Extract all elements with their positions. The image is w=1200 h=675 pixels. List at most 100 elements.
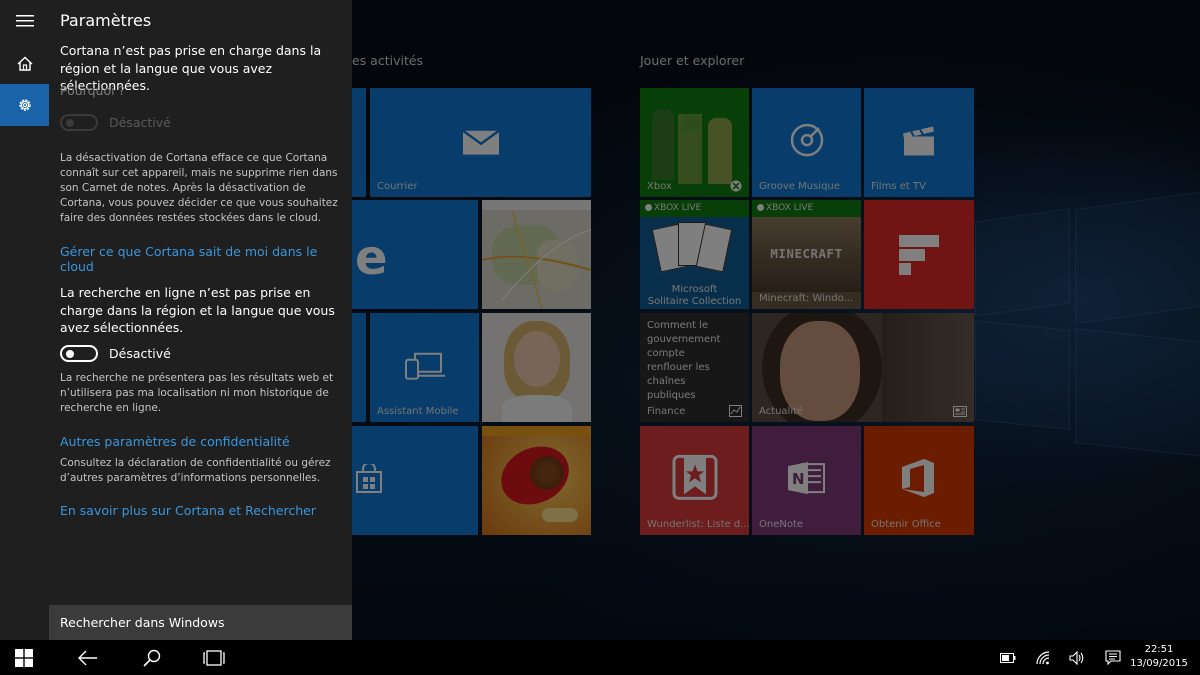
map-roads: [482, 209, 591, 309]
candy-logo: [542, 508, 578, 522]
network-button[interactable]: [1026, 640, 1060, 675]
tile-courrier[interactable]: Courrier: [370, 88, 591, 197]
task-view-button[interactable]: [190, 640, 238, 675]
privacy-description: Consultez la déclaration de confidential…: [60, 457, 331, 484]
search-button[interactable]: [128, 640, 176, 675]
groove-icon: [790, 123, 823, 156]
online-search-toggle-label: Désactivé: [109, 346, 171, 361]
group-label-play-explore: Jouer et explorer: [640, 53, 745, 68]
tile-wunderlist[interactable]: Wunderlist: Liste d...: [640, 426, 749, 535]
cloud-link[interactable]: Gérer ce que Cortana sait de moi dans le…: [60, 244, 346, 274]
tile-solitaire[interactable]: XBOX LIVE Microsoft Solitaire Collection: [640, 200, 749, 309]
tile-xbox[interactable]: Xbox: [640, 88, 749, 197]
taskbar: 22:51 13/09/2015: [0, 640, 1200, 675]
clock[interactable]: 22:51 13/09/2015: [1128, 643, 1190, 671]
minecraft-logo: MINECRAFT: [770, 246, 843, 261]
xbox-live-badge: XBOX LIVE: [640, 200, 749, 217]
tile-label: Finance: [647, 406, 686, 417]
privacy-settings-link[interactable]: Autres paramètres de confidentialité: [60, 434, 346, 449]
gear-icon: [18, 99, 31, 111]
learn-more-link[interactable]: En savoir plus sur Cortana et Rechercher: [60, 503, 346, 518]
wifi-icon: [1036, 650, 1050, 664]
cortana-off-description: La désactivation de Cortana efface ce qu…: [60, 152, 338, 224]
tile-label: Wunderlist: Liste d...: [647, 519, 749, 530]
search-box-placeholder: Rechercher dans Windows: [60, 615, 225, 630]
clock-time: 22:51: [1144, 644, 1174, 655]
back-button[interactable]: [64, 640, 112, 675]
search-icon: [143, 649, 161, 667]
search-box[interactable]: Rechercher dans Windows: [49, 605, 352, 640]
onenote-icon: N: [787, 461, 825, 494]
notification-icon: [1105, 650, 1121, 665]
tile-assistant-mobile[interactable]: Assistant Mobile: [370, 313, 479, 422]
tile-minecraft[interactable]: XBOX LIVE MINECRAFT Minecraft: Windo...: [752, 200, 861, 309]
cortana-settings-panel: Paramètres Cortana n’est pas prise en ch…: [49, 0, 352, 640]
toggle-knob: [66, 349, 74, 358]
wunderlist-icon: [672, 454, 717, 500]
start-button[interactable]: [0, 640, 48, 675]
back-arrow-icon: [78, 650, 97, 665]
wallpaper-shape: [1075, 328, 1200, 457]
task-view-icon: [203, 649, 225, 666]
hamburger-icon: [15, 15, 34, 27]
tile-label: Assistant Mobile: [377, 406, 459, 417]
finance-headline: Comment le gouvernement compte renflouer…: [647, 320, 721, 401]
action-center-button[interactable]: [1096, 640, 1130, 675]
tile-groove[interactable]: Groove Musique: [752, 88, 861, 197]
avatar-figure: [652, 110, 674, 180]
tile-label: Xbox: [647, 181, 672, 192]
group-label-activities: es activités: [352, 53, 424, 68]
cortana-toggle-label: Désactivé: [109, 115, 171, 130]
tile-label: Groove Musique: [759, 181, 840, 192]
tile-actualite[interactable]: Actualité: [752, 313, 974, 422]
mail-icon: [462, 129, 499, 155]
volume-button[interactable]: [1060, 640, 1094, 675]
candy-ball: [530, 456, 564, 490]
store-icon: [356, 464, 382, 493]
tile-onenote[interactable]: N OneNote: [752, 426, 861, 535]
online-search-unsupported-text: La recherche en ligne n’est pas prise en…: [60, 285, 335, 335]
cortana-toggle[interactable]: [60, 114, 98, 131]
tile-label: Courrier: [377, 181, 418, 192]
toggle-knob: [66, 118, 74, 127]
tile-candy-crush[interactable]: [482, 426, 591, 535]
settings-button[interactable]: [0, 84, 49, 126]
tile-flipboard[interactable]: [864, 200, 974, 309]
tile-finance[interactable]: Comment le gouvernement compte renflouer…: [640, 313, 749, 422]
clapperboard-icon: [903, 125, 934, 155]
home-button[interactable]: [0, 42, 49, 84]
hamburger-menu-button[interactable]: [0, 0, 49, 42]
xbox-live-badge: XBOX LIVE: [752, 200, 861, 217]
tile-label: Actualité: [759, 406, 804, 417]
tile-films-tv[interactable]: Films et TV: [864, 88, 974, 197]
panel-title: Paramètres: [60, 11, 152, 30]
photo-shoulders: [502, 395, 572, 422]
clock-date: 13/09/2015: [1130, 658, 1188, 669]
battery-icon: [1000, 652, 1016, 663]
tile-label: Obtenir Office: [871, 519, 941, 530]
avatar-head: [681, 116, 699, 132]
battery-button[interactable]: [991, 640, 1025, 675]
tile-label: Minecraft: Windo...: [759, 293, 854, 304]
wallpaper-shape: [1075, 190, 1200, 325]
wallpaper-shape: [975, 208, 1070, 317]
xbox-logo-icon: [730, 180, 742, 192]
flipboard-icon: [899, 234, 939, 275]
online-search-toggle[interactable]: [60, 345, 98, 362]
chart-icon: [729, 405, 742, 417]
speaker-icon: [1069, 650, 1084, 665]
tile-office[interactable]: Obtenir Office: [864, 426, 974, 535]
phone-laptop-icon: [404, 352, 445, 380]
office-icon: [902, 458, 934, 497]
cortana-nav-rail: [0, 0, 49, 640]
tile-photo-portrait[interactable]: [482, 313, 591, 422]
tile-label: OneNote: [759, 519, 804, 530]
photo-face: [514, 331, 560, 387]
wallpaper-shape: [975, 320, 1070, 430]
tile-label: Films et TV: [871, 181, 926, 192]
home-icon: [17, 56, 32, 71]
tile-maps[interactable]: [482, 200, 591, 309]
windows-logo-icon: [15, 648, 33, 667]
why-link[interactable]: Pourquoi ?: [60, 83, 346, 98]
news-icon: [953, 406, 967, 417]
